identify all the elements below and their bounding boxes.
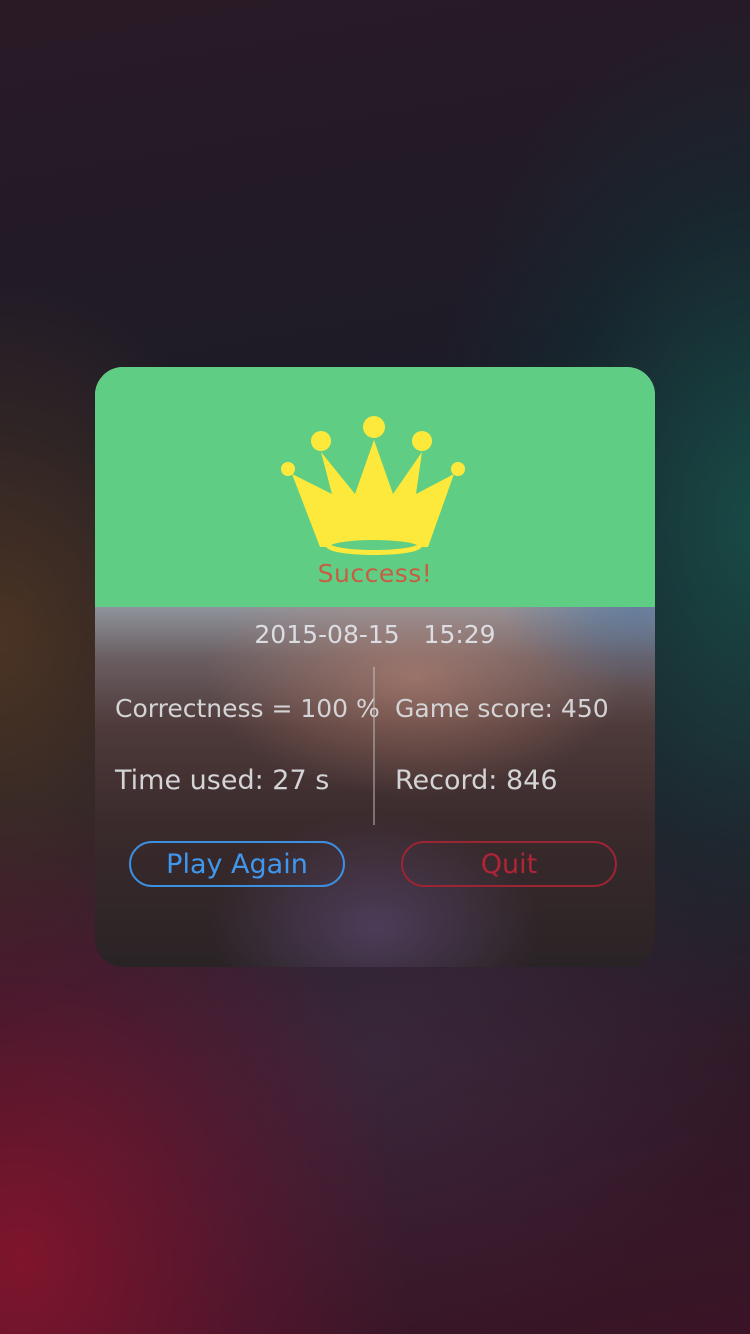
crown-icon (281, 416, 465, 555)
record-stat: Record: 846 (395, 765, 558, 796)
time-used-stat: Time used: 27 s (115, 765, 330, 796)
game-score-stat: Game score: 450 (395, 694, 609, 723)
play-again-button[interactable]: Play Again (129, 841, 345, 887)
correctness-stat: Correctness = 100 % (115, 694, 380, 723)
stats-divider (373, 667, 375, 825)
result-card: Success! 2015-08-15 15:29 Correctness = … (95, 367, 655, 967)
result-datetime: 2015-08-15 15:29 (254, 620, 496, 649)
result-header: Success! (95, 367, 655, 607)
quit-button[interactable]: Quit (401, 841, 617, 887)
result-title: Success! (317, 559, 433, 588)
